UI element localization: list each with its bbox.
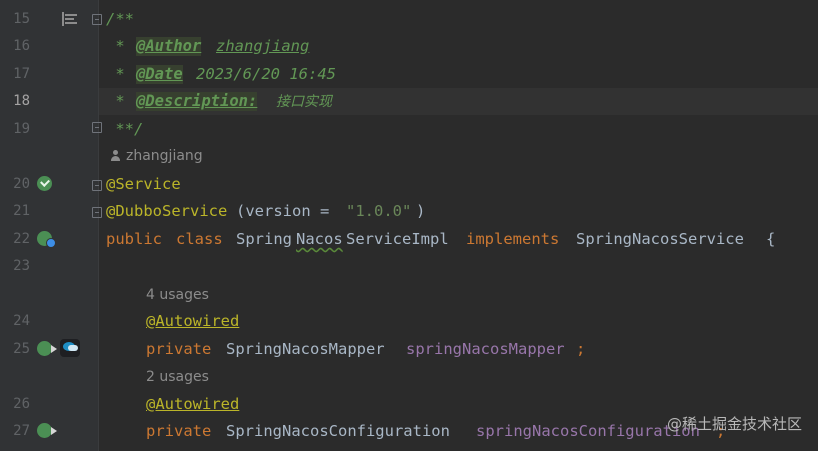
line-number: 20 — [13, 176, 30, 192]
autowire-navigate-icon[interactable] — [37, 423, 57, 438]
class-name-prefix: Spring — [236, 230, 292, 248]
doc-author-tag: @Author — [136, 37, 202, 56]
code-line-17: 17 * @Date 2023/6/20 16:45 — [0, 61, 818, 88]
code-line-23: 23 — [0, 253, 818, 280]
implemented-icon[interactable] — [37, 231, 56, 248]
dubbo-args-close: ) — [416, 202, 426, 220]
line-number: 21 — [13, 203, 30, 219]
keyword-class: class — [176, 230, 223, 248]
fold-marker-icon[interactable] — [92, 122, 102, 133]
line-number: 27 — [13, 423, 30, 439]
class-name-suffix: ServiceImpl — [346, 230, 449, 248]
line-number: 16 — [13, 38, 30, 54]
dubbo-version: "1.0.0" — [346, 202, 412, 220]
line-number: 22 — [13, 231, 30, 247]
user-icon — [110, 150, 120, 162]
fold-marker-icon[interactable] — [92, 14, 102, 25]
line-number: 26 — [13, 396, 30, 412]
keyword-private: private — [146, 340, 212, 358]
usages-inlay-hint[interactable]: 4 usages — [146, 287, 209, 303]
line-number: 25 — [13, 341, 30, 357]
line-number: 23 — [13, 258, 30, 274]
code-line-19: 19 **/ — [0, 116, 818, 143]
semicolon: ; — [576, 340, 586, 358]
code-line-21: 21 @DubboService (version = "1.0.0" ) — [0, 198, 818, 225]
autowire-navigate-icon[interactable] — [37, 341, 57, 356]
doc-description-value: 接口实现 — [276, 94, 332, 110]
fold-marker-icon[interactable] — [92, 180, 102, 191]
code-line-16: 16 * @Author zhangjiang — [0, 33, 818, 60]
field-type: SpringNacosConfiguration — [226, 422, 450, 440]
keyword-private: private — [146, 422, 212, 440]
field-name: springNacosMapper — [406, 340, 565, 358]
dubbo-args-open: (version = — [236, 202, 339, 220]
code-line-22: 22 public class Spring Nacos ServiceImpl… — [0, 226, 818, 253]
fold-marker-icon[interactable] — [92, 207, 102, 218]
doc-date-value: 2023/6/20 16:45 — [196, 65, 336, 83]
field-type: SpringNacosMapper — [226, 340, 385, 358]
avatar — [60, 339, 80, 357]
keyword-public: public — [106, 230, 162, 248]
code-line-25: 25 private SpringNacosMapper springNacos… — [0, 336, 818, 363]
doc-star: * — [106, 65, 134, 83]
code-line-18: 18 * @Description: 接口实现 — [0, 88, 818, 115]
code-line-20: 20 @Service — [0, 171, 818, 198]
autowired-annotation: @Autowired — [146, 312, 240, 330]
spring-bean-icon[interactable] — [37, 176, 52, 191]
line-number: 19 — [13, 121, 30, 137]
line-number: 17 — [13, 66, 30, 82]
service-annotation: @Service — [106, 175, 181, 193]
doc-comment-close: **/ — [106, 120, 144, 138]
code-line-15: 15 /** — [0, 6, 818, 33]
author-inlay-hint[interactable]: zhangjiang — [126, 148, 203, 164]
doc-description-tag: @Description: — [136, 92, 258, 111]
watermark: @稀土掘金技术社区 — [666, 415, 802, 433]
doc-author-value: zhangjiang — [216, 37, 310, 55]
usages-inlay-hint[interactable]: 2 usages — [146, 369, 209, 385]
autowired-annotation: @Autowired — [146, 395, 240, 413]
class-open-brace: { — [766, 230, 776, 248]
keyword-implements: implements — [466, 230, 560, 248]
doc-star: * — [106, 37, 134, 55]
class-name-typo: Nacos — [296, 230, 343, 248]
doc-date-tag: @Date — [136, 65, 183, 84]
doc-star: * — [106, 92, 134, 110]
code-line-24: 24 @Autowired — [0, 308, 818, 335]
interface-name: SpringNacosService — [576, 230, 744, 248]
dubbo-annotation: @DubboService — [106, 202, 228, 220]
doc-comment-open: /** — [106, 10, 134, 28]
line-number: 24 — [13, 313, 30, 329]
line-number: 18 — [13, 93, 30, 109]
line-number: 15 — [13, 11, 30, 27]
